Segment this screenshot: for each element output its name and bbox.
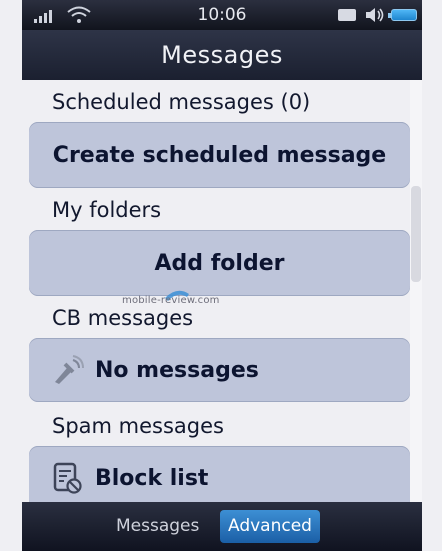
message-icon [338,9,356,21]
scrollbar-thumb[interactable] [411,186,421,282]
button-label: Block list [95,465,209,491]
speaker-icon [366,8,384,22]
button-label: Add folder [154,250,285,276]
section-label-scheduled: Scheduled messages (0) [52,90,311,114]
create-scheduled-message-button[interactable]: Create scheduled message [29,122,410,188]
add-folder-button[interactable]: Add folder [29,230,410,296]
title-bar: Messages [22,30,422,80]
section-label-cb: CB messages [52,306,194,330]
button-label: Create scheduled message [52,142,387,168]
battery-icon [388,9,417,21]
tab-messages[interactable]: Messages [108,510,207,543]
no-messages-button[interactable]: No messages [29,338,410,402]
watermark-text: mobile-review.com [122,295,220,306]
button-label: No messages [95,357,259,383]
bottom-tab-bar: Messages Advanced [22,502,422,551]
phone-screen: 10:06 Messages Scheduled messages (0) Cr… [0,0,442,551]
status-bar: 10:06 [22,0,422,30]
page-title: Messages [161,41,283,69]
content-list: Scheduled messages (0) Create scheduled … [22,80,422,510]
section-label-spam: Spam messages [52,414,224,438]
status-time: 10:06 [197,5,247,25]
broadcast-icon [55,355,84,384]
scrollbar[interactable] [410,80,422,502]
block-list-icon [53,462,82,494]
tab-advanced[interactable]: Advanced [220,510,320,543]
section-label-folders: My folders [52,198,162,222]
block-list-button[interactable]: Block list [29,446,410,510]
